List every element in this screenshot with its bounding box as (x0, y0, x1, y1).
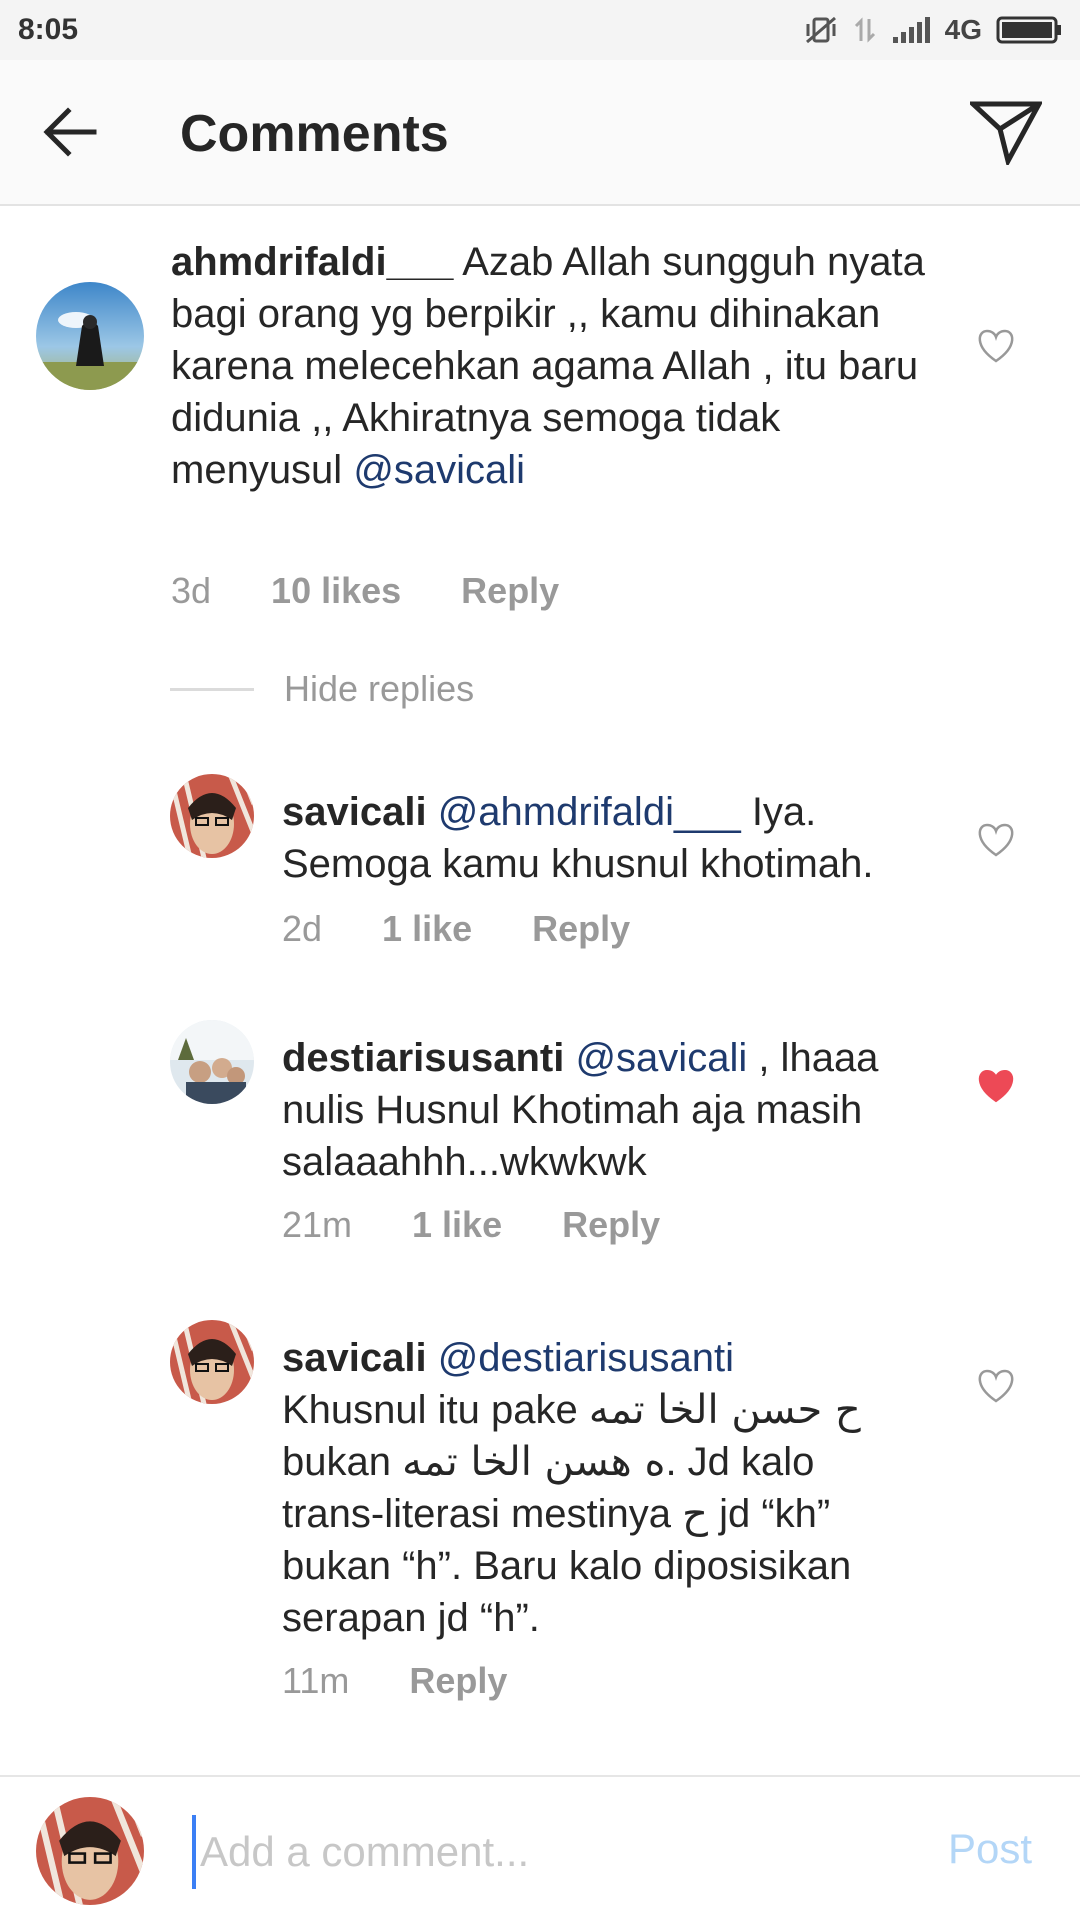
comment-likes[interactable]: 1 like (412, 1204, 502, 1246)
signal-icon (891, 15, 931, 45)
avatar[interactable] (170, 1020, 254, 1104)
arabic-text: ح حسن الخا تمه (588, 1387, 861, 1433)
heart-filled-icon[interactable] (976, 1068, 1016, 1104)
avatar[interactable] (170, 1320, 254, 1404)
heart-icon[interactable] (976, 1368, 1016, 1404)
comment-body-line: bukan (282, 1440, 403, 1484)
comment-likes[interactable]: 1 like (382, 908, 472, 950)
battery-icon (996, 15, 1062, 45)
network-type: 4G (944, 14, 982, 45)
comment-mention[interactable]: @savicali (353, 448, 525, 492)
arabic-text: ه هسن الخا تمه (402, 1439, 666, 1485)
comment-time: 3d (171, 570, 212, 611)
comment-meta: 11m Reply (282, 1660, 507, 1702)
vibrate-off-icon (803, 15, 839, 45)
comment-body-line: trans-literasi mestinya (282, 1492, 683, 1536)
reply-button[interactable]: Reply (461, 570, 559, 612)
comment-likes[interactable]: 10 likes (271, 570, 401, 612)
hide-replies-label: Hide replies (284, 668, 475, 709)
comment-composer: Post (0, 1775, 1080, 1922)
comment-username[interactable]: savicali (282, 790, 427, 834)
comment-text: savicali @destiarisusanti Khusnul itu pa… (282, 1332, 962, 1644)
comment-time: 11m (282, 1660, 350, 1701)
comment-mention[interactable]: @savicali (575, 1036, 747, 1080)
heart-icon[interactable] (976, 822, 1016, 858)
comment-body-line: bukan “h”. Baru kalo diposisikan (282, 1544, 852, 1588)
comment-body-line: serapan jd “h”. (282, 1596, 540, 1640)
heart-icon[interactable] (976, 328, 1016, 364)
comment-username[interactable]: savicali (282, 1336, 427, 1380)
comment-body-line: jd “kh” (707, 1492, 831, 1536)
app-bar: Comments (0, 60, 1080, 206)
share-button[interactable] (968, 96, 1044, 168)
reply-button[interactable]: Reply (532, 908, 630, 950)
reply-button[interactable]: Reply (562, 1204, 660, 1246)
arabic-text: ح (682, 1491, 708, 1537)
comment-input[interactable] (192, 1815, 902, 1889)
comment-meta: 21m 1 like Reply (282, 1204, 660, 1246)
comment-mention[interactable]: @ahmdrifaldi___ (438, 790, 741, 834)
paper-plane-icon (970, 101, 1042, 165)
divider (170, 687, 254, 691)
comment-text: ahmdrifaldi___ Azab Allah sungguh nyata … (171, 236, 931, 496)
comment-username[interactable]: ahmdrifaldi___ (171, 240, 453, 284)
avatar[interactable] (36, 282, 144, 390)
reply-button[interactable]: Reply (409, 1660, 507, 1702)
comment-time: 2d (282, 908, 323, 949)
status-icons: 4G (803, 14, 1062, 46)
comment-body-line: . Jd kalo (665, 1440, 815, 1484)
comment-mention[interactable]: @destiarisusanti (438, 1336, 734, 1380)
comment-username[interactable]: destiarisusanti (282, 1036, 564, 1080)
status-bar: 8:05 4G (0, 0, 1080, 60)
comment-meta: 2d 1 like Reply (282, 908, 630, 950)
back-button[interactable] (40, 102, 100, 162)
status-time: 8:05 (18, 13, 79, 46)
current-user-avatar (36, 1797, 144, 1905)
comment-meta: 3d 10 likes Reply (171, 570, 559, 612)
post-button[interactable]: Post (948, 1825, 1032, 1873)
comment-body-line: Khusnul itu pake (282, 1388, 589, 1432)
comments-list[interactable]: ahmdrifaldi___ Azab Allah sungguh nyata … (0, 206, 1080, 1774)
avatar[interactable] (170, 774, 254, 858)
comment-time: 21m (282, 1204, 353, 1245)
back-arrow-icon (43, 107, 97, 157)
comment-text: destiarisusanti @savicali , lhaaa nulis … (282, 1032, 962, 1188)
comment-text: savicali @ahmdrifaldi___ Iya. Semoga kam… (282, 786, 962, 890)
page-title: Comments (180, 105, 449, 163)
data-transfer-icon (853, 15, 877, 45)
hide-replies-button[interactable]: Hide replies (170, 668, 474, 710)
